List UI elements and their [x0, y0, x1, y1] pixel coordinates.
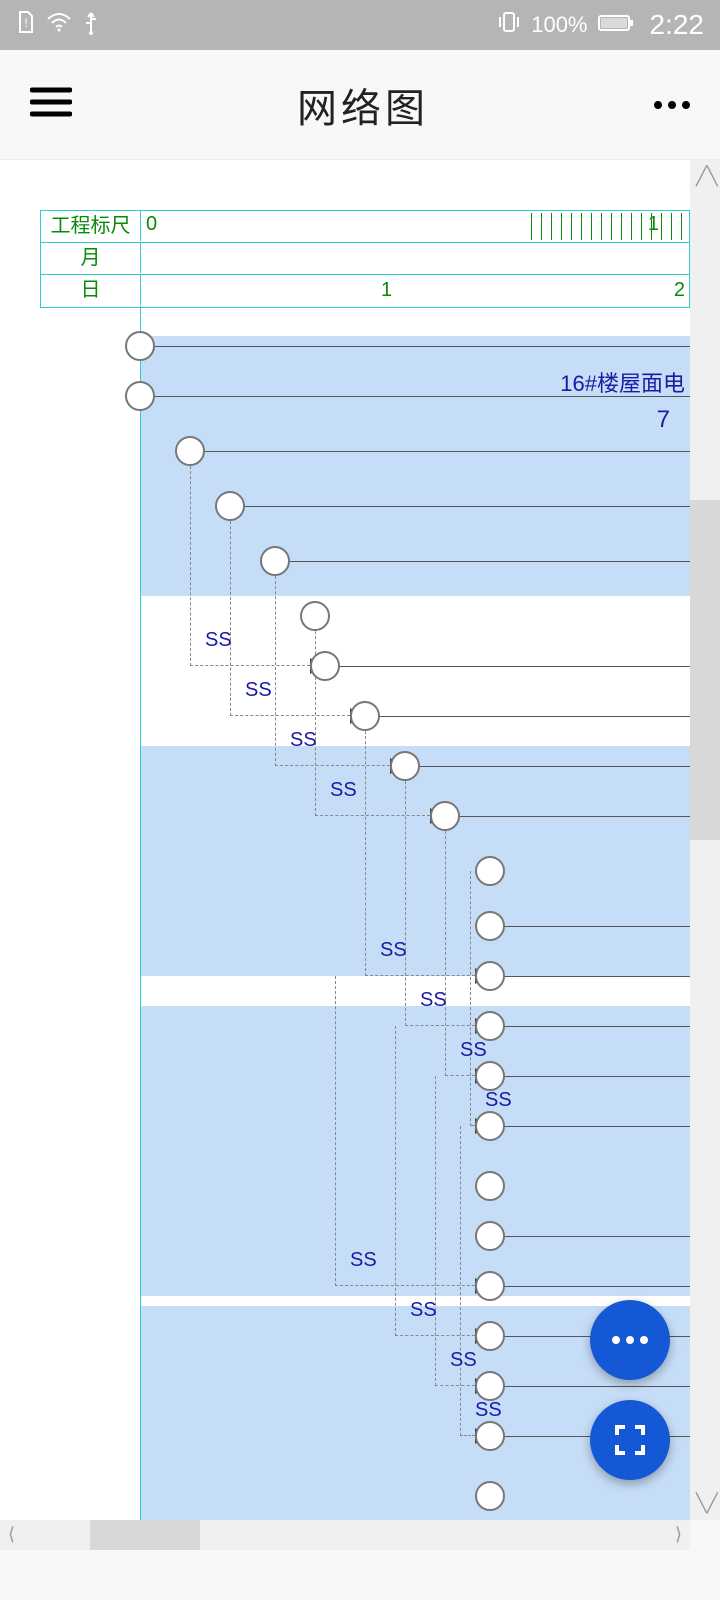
ss-label: SS	[420, 989, 447, 1012]
ruler-zero: 0	[146, 213, 157, 236]
vibrate-icon	[497, 10, 521, 40]
ss-label: SS	[460, 1039, 487, 1062]
activity-node[interactable]	[475, 1171, 505, 1201]
ss-label: SS	[475, 1399, 502, 1422]
ss-label: SS	[410, 1299, 437, 1322]
task-line	[275, 561, 690, 562]
ruler-row: 工程标尺 0 1	[41, 211, 689, 243]
activity-node[interactable]	[300, 601, 330, 631]
activity-node[interactable]	[475, 961, 505, 991]
activity-node[interactable]	[475, 1321, 505, 1351]
ss-label: SS	[450, 1349, 477, 1372]
ss-label: SS	[330, 779, 357, 802]
task-line	[490, 1026, 690, 1027]
activity-node[interactable]	[475, 1061, 505, 1091]
wifi-icon	[46, 12, 72, 38]
ruler-ticks	[531, 213, 689, 240]
task-line	[365, 716, 690, 717]
activity-node[interactable]	[475, 1421, 505, 1451]
battery-percent: 100%	[531, 12, 587, 38]
day-value-2: 2	[674, 279, 685, 302]
task-line	[490, 926, 690, 927]
task-line	[490, 976, 690, 977]
day-row-label: 日	[41, 275, 141, 305]
more-button[interactable]	[654, 101, 690, 109]
ss-label: SS	[290, 729, 317, 752]
ruler-one: 1	[648, 213, 659, 236]
svg-text:!: !	[24, 16, 27, 30]
activity-node[interactable]	[475, 1271, 505, 1301]
activity-node[interactable]	[260, 546, 290, 576]
task-line	[490, 1126, 690, 1127]
ss-label: SS	[485, 1089, 512, 1112]
chart-viewport[interactable]: 工程标尺 0 1 月 日 1 2 16#楼屋面电 7 SS SS SS SS SS SS S…	[0, 160, 690, 1520]
status-right: 100% 2:22	[497, 9, 704, 41]
scroll-right-icon: ⟩	[675, 1524, 682, 1545]
activity-node[interactable]	[475, 1221, 505, 1251]
activity-node[interactable]	[475, 1481, 505, 1511]
task-line	[445, 816, 690, 817]
task-label: 16#楼屋面电	[560, 366, 685, 398]
ss-label: SS	[350, 1249, 377, 1272]
activity-node[interactable]	[125, 381, 155, 411]
ss-label: SS	[245, 679, 272, 702]
activity-node[interactable]	[430, 801, 460, 831]
task-line	[490, 1076, 690, 1077]
fab-more-button[interactable]	[590, 1300, 670, 1380]
task-line	[405, 766, 690, 767]
menu-button[interactable]	[30, 86, 72, 123]
dependency-line	[460, 1126, 475, 1436]
ss-label: SS	[380, 939, 407, 962]
page-title: 网络图	[297, 76, 429, 134]
task-line	[490, 1286, 690, 1287]
vertical-scroll-handle[interactable]	[690, 500, 720, 840]
fab-fullscreen-button[interactable]	[590, 1400, 670, 1480]
activity-node[interactable]	[475, 1011, 505, 1041]
task-number: 7	[657, 406, 670, 434]
status-bar: ! 100% 2:22	[0, 0, 720, 50]
scroll-down-icon: ╲╱	[696, 1493, 718, 1514]
task-line	[140, 346, 690, 347]
status-left: !	[16, 9, 100, 41]
app-header: 网络图	[0, 50, 720, 160]
activity-node[interactable]	[215, 491, 245, 521]
activity-node[interactable]	[175, 436, 205, 466]
activity-node[interactable]	[475, 1111, 505, 1141]
activity-node[interactable]	[475, 1371, 505, 1401]
activity-node[interactable]	[475, 911, 505, 941]
ss-label: SS	[205, 629, 232, 652]
sim-icon: !	[16, 10, 36, 40]
activity-node[interactable]	[310, 651, 340, 681]
activity-node[interactable]	[350, 701, 380, 731]
scroll-up-icon: ╱╲	[696, 166, 718, 187]
month-row: 月	[41, 243, 689, 275]
activity-node[interactable]	[475, 856, 505, 886]
day-value-1: 1	[381, 279, 392, 302]
horizontal-scroll-handle[interactable]	[90, 1520, 200, 1550]
task-line	[490, 1386, 690, 1387]
vertical-scrollbar[interactable]: ╱╲ ╲╱	[690, 160, 720, 1520]
month-row-label: 月	[41, 243, 141, 273]
task-line	[230, 506, 690, 507]
clock-text: 2:22	[650, 9, 705, 41]
day-row: 日 1 2	[41, 275, 689, 307]
activity-node[interactable]	[390, 751, 420, 781]
battery-icon	[598, 12, 634, 38]
task-line	[190, 451, 690, 452]
scroll-left-icon: ⟨	[8, 1524, 15, 1545]
horizontal-scrollbar[interactable]: ⟨ ⟩	[0, 1520, 690, 1550]
activity-node[interactable]	[125, 331, 155, 361]
chart-header: 工程标尺 0 1 月 日 1 2	[40, 210, 690, 308]
ruler-row-label: 工程标尺	[41, 211, 141, 241]
task-line	[325, 666, 690, 667]
usb-icon	[82, 9, 100, 41]
task-line	[490, 1236, 690, 1237]
